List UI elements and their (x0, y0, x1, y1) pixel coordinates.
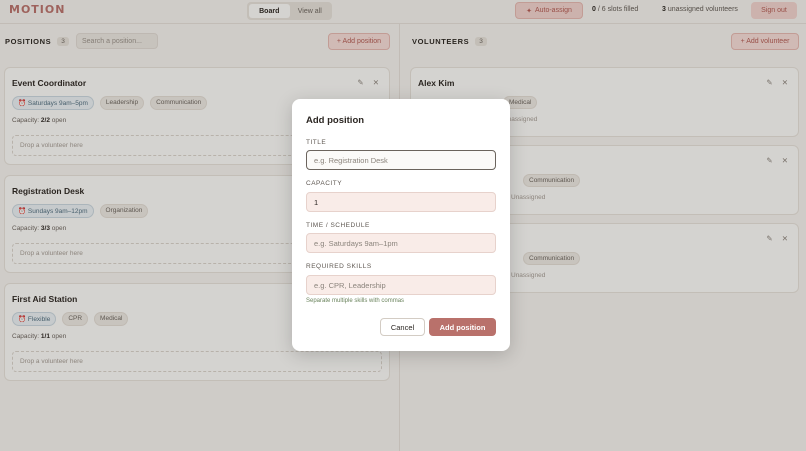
title-label: TITLE (306, 139, 327, 146)
dialog-title: Add position (306, 115, 365, 126)
capacity-input[interactable]: 1 (306, 192, 496, 212)
skills-hint: Separate multiple skills with commas (306, 298, 405, 304)
title-placeholder: e.g. Registration Desk (314, 155, 388, 165)
skills-placeholder: e.g. CPR, Leadership (314, 280, 386, 290)
title-input[interactable]: e.g. Registration Desk (306, 150, 496, 170)
cancel-button[interactable]: Cancel (380, 318, 425, 336)
skills-label: REQUIRED SKILLS (306, 263, 372, 270)
skills-input[interactable]: e.g. CPR, Leadership (306, 275, 496, 295)
time-label: TIME / SCHEDULE (306, 222, 370, 229)
time-placeholder: e.g. Saturdays 9am–1pm (314, 238, 398, 248)
capacity-value: 1 (314, 197, 319, 207)
capacity-label: CAPACITY (306, 180, 343, 187)
add-position-dialog: Add position TITLE e.g. Registration Des… (292, 99, 510, 351)
add-position-submit-button[interactable]: Add position (429, 318, 496, 336)
time-input[interactable]: e.g. Saturdays 9am–1pm (306, 233, 496, 253)
